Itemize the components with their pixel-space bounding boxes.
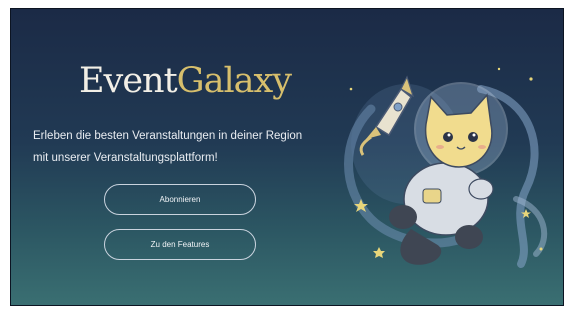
subscribe-button[interactable]: Abonnieren <box>104 184 256 215</box>
brand-logo: EventGalaxy <box>79 61 292 101</box>
features-button[interactable]: Zu den Features <box>104 229 256 260</box>
tagline-line-1: Erleben die besten Veranstaltungen in de… <box>33 130 303 142</box>
astronaut-cat-illustration <box>344 67 548 268</box>
brand-word-galaxy: Galaxy <box>176 61 292 101</box>
hero-section: EventGalaxy Erleben die besten Veranstal… <box>10 8 564 306</box>
tagline-line-2: mit unserer Veranstaltungsplattform! <box>33 152 218 164</box>
brand-word-event: Event <box>79 61 178 101</box>
hero-tagline: Erleben die besten Veranstaltungen in de… <box>33 125 333 169</box>
